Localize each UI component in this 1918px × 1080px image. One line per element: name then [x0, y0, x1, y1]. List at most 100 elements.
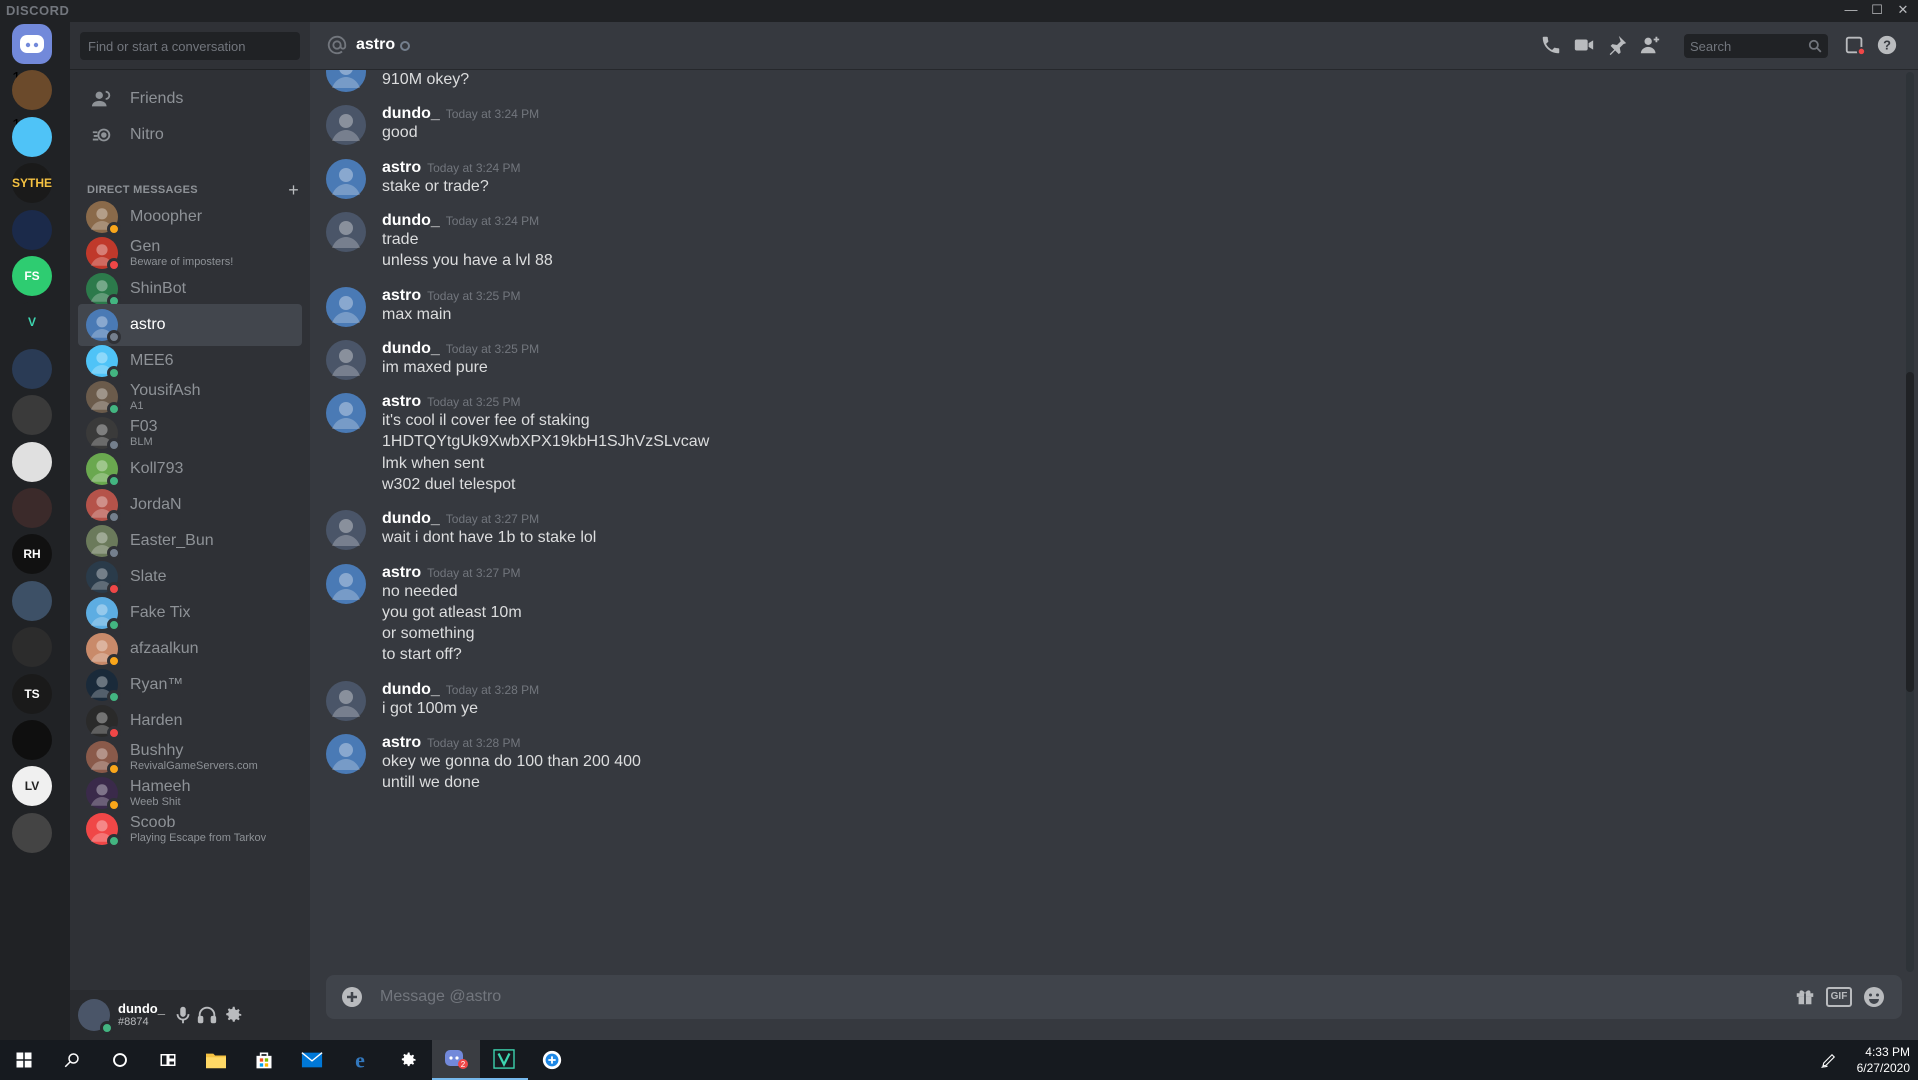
header-search[interactable]: [1684, 34, 1828, 58]
pin-icon[interactable]: [1606, 34, 1630, 58]
message-author[interactable]: dundo_: [382, 340, 440, 357]
taskbar-discord-app[interactable]: 2: [432, 1040, 480, 1080]
server-icon[interactable]: TS: [12, 673, 52, 714]
message-author[interactable]: astro: [382, 564, 421, 581]
message-scrollbar-thumb[interactable]: [1906, 372, 1914, 692]
microphone-icon[interactable]: [172, 1004, 194, 1026]
headphones-icon[interactable]: [196, 1004, 218, 1026]
user-settings-gear-icon[interactable]: [222, 1004, 244, 1026]
server-icon[interactable]: 1: [12, 70, 52, 111]
dm-name: Hameeh: [130, 777, 191, 795]
message-author[interactable]: dundo_: [382, 681, 440, 698]
store-icon[interactable]: [240, 1040, 288, 1080]
message-author[interactable]: astro: [382, 734, 421, 751]
message-author[interactable]: dundo_: [382, 510, 440, 527]
task-view-icon[interactable]: [144, 1040, 192, 1080]
emoji-icon[interactable]: [1862, 985, 1886, 1009]
message-avatar[interactable]: [326, 339, 366, 380]
cortana-icon[interactable]: [96, 1040, 144, 1080]
message-header: dundo_ Today at 3:28 PM: [382, 681, 539, 699]
gift-icon[interactable]: [1794, 985, 1818, 1009]
avatar: [86, 777, 121, 812]
server-icon[interactable]: [12, 441, 52, 482]
dm-text: JordaN: [130, 496, 182, 514]
server-icon[interactable]: FS: [12, 256, 52, 296]
edge-browser-icon[interactable]: e: [336, 1040, 384, 1080]
message-avatar[interactable]: [326, 70, 366, 92]
message-author[interactable]: dundo_: [382, 105, 440, 122]
avatar: [86, 309, 121, 344]
dm-text: YousifAsh A1: [130, 382, 201, 413]
mail-icon[interactable]: [288, 1040, 336, 1080]
dm-name: afzaalkun: [130, 640, 199, 657]
add-friend-to-dm-icon[interactable]: [1639, 34, 1663, 58]
avatar: [86, 345, 121, 380]
message-author[interactable]: dundo_: [382, 212, 440, 229]
server-icon[interactable]: [12, 812, 52, 853]
video-call-icon[interactable]: [1573, 34, 1597, 58]
gif-button[interactable]: GIF: [1826, 987, 1852, 1007]
message-avatar[interactable]: [326, 393, 366, 434]
server-icon[interactable]: [12, 395, 52, 436]
dm-status-text: A1: [130, 399, 144, 412]
windows-start-icon[interactable]: [0, 1040, 48, 1080]
pen-workspace-icon[interactable]: [1814, 1040, 1844, 1080]
dm-name: Ryan™: [130, 676, 184, 693]
app-brand: DISCORD: [6, 3, 70, 18]
system-clock[interactable]: 4:33 PM 6/27/2020: [1857, 1044, 1910, 1076]
windows-taskbar: e 2 4:33 PM 6/27/2020: [0, 1040, 1918, 1080]
taskbar-v-app-icon[interactable]: [480, 1040, 528, 1080]
server-label: FS: [24, 269, 40, 283]
message-avatar[interactable]: [326, 286, 366, 327]
message-timestamp: Today at 3:25 PM: [427, 395, 521, 410]
message-author[interactable]: astro: [382, 159, 421, 176]
dm-status-text: BLM: [130, 435, 153, 448]
server-icon[interactable]: V: [12, 302, 52, 343]
message-avatar[interactable]: [326, 734, 366, 775]
inbox-icon[interactable]: [1844, 34, 1868, 58]
dm-list: Mooopher Gen Beware of imposters! ShinBot as…: [70, 22, 310, 990]
message-timestamp: Today at 3:25 PM: [445, 341, 540, 356]
server-icon[interactable]: [12, 209, 52, 250]
server-icon[interactable]: 1: [12, 116, 52, 157]
discord-home-button[interactable]: [12, 24, 52, 64]
taskbar-app-icon[interactable]: [528, 1040, 576, 1080]
add-attachment-icon[interactable]: [340, 985, 364, 1009]
discord-app: DISCORD — ☐ ✕ 1 1 SYTHE FS V RH TS LV Friends N…: [0, 0, 1918, 1080]
message-input[interactable]: [380, 975, 1740, 1019]
dm-name: Mooopher: [130, 208, 203, 225]
voice-call-icon[interactable]: [1540, 34, 1564, 58]
message-avatar[interactable]: [326, 158, 366, 199]
dm-name: Slate: [130, 568, 167, 585]
server-icon[interactable]: [12, 627, 52, 668]
server-icon[interactable]: [12, 488, 52, 528]
settings-gear-icon[interactable]: [384, 1040, 432, 1080]
message-text: 1HDTQYtgUk9XwbXPX19kbH1SJhVzSLvcaw: [382, 433, 710, 451]
server-icon[interactable]: RH: [12, 534, 52, 575]
server-icon[interactable]: [12, 348, 52, 389]
taskbar-search-icon[interactable]: [48, 1040, 96, 1080]
dm-item-scoob[interactable]: Scoob Playing Escape from Tarkov: [78, 808, 302, 850]
message-author[interactable]: astro: [382, 393, 421, 410]
server-icon[interactable]: LV: [12, 766, 52, 807]
avatar: [86, 453, 121, 488]
message-header: astro Today at 3:25 PM: [382, 287, 521, 305]
close-button[interactable]: ✕: [1888, 0, 1918, 22]
message-avatar[interactable]: [326, 510, 366, 551]
message-text: im maxed pure: [382, 358, 488, 376]
server-icon[interactable]: SYTHE: [12, 163, 52, 204]
message-avatar[interactable]: [326, 211, 366, 252]
help-icon[interactable]: ?: [1876, 34, 1900, 58]
message-avatar[interactable]: [326, 680, 366, 721]
message-avatar[interactable]: [326, 563, 366, 604]
header-search-input[interactable]: [1684, 34, 1804, 58]
file-explorer-icon[interactable]: [192, 1040, 240, 1080]
message-text: lmk when sent: [382, 454, 485, 472]
server-icon[interactable]: [12, 580, 52, 621]
message-author[interactable]: astro: [382, 287, 421, 304]
server-icon[interactable]: [12, 720, 52, 760]
message-header: dundo_ Today at 3:24 PM: [382, 105, 539, 123]
chat-header: astro ?: [310, 22, 1918, 70]
dm-status-text: Playing Escape from Tarkov: [130, 831, 267, 844]
message-avatar[interactable]: [326, 105, 366, 146]
